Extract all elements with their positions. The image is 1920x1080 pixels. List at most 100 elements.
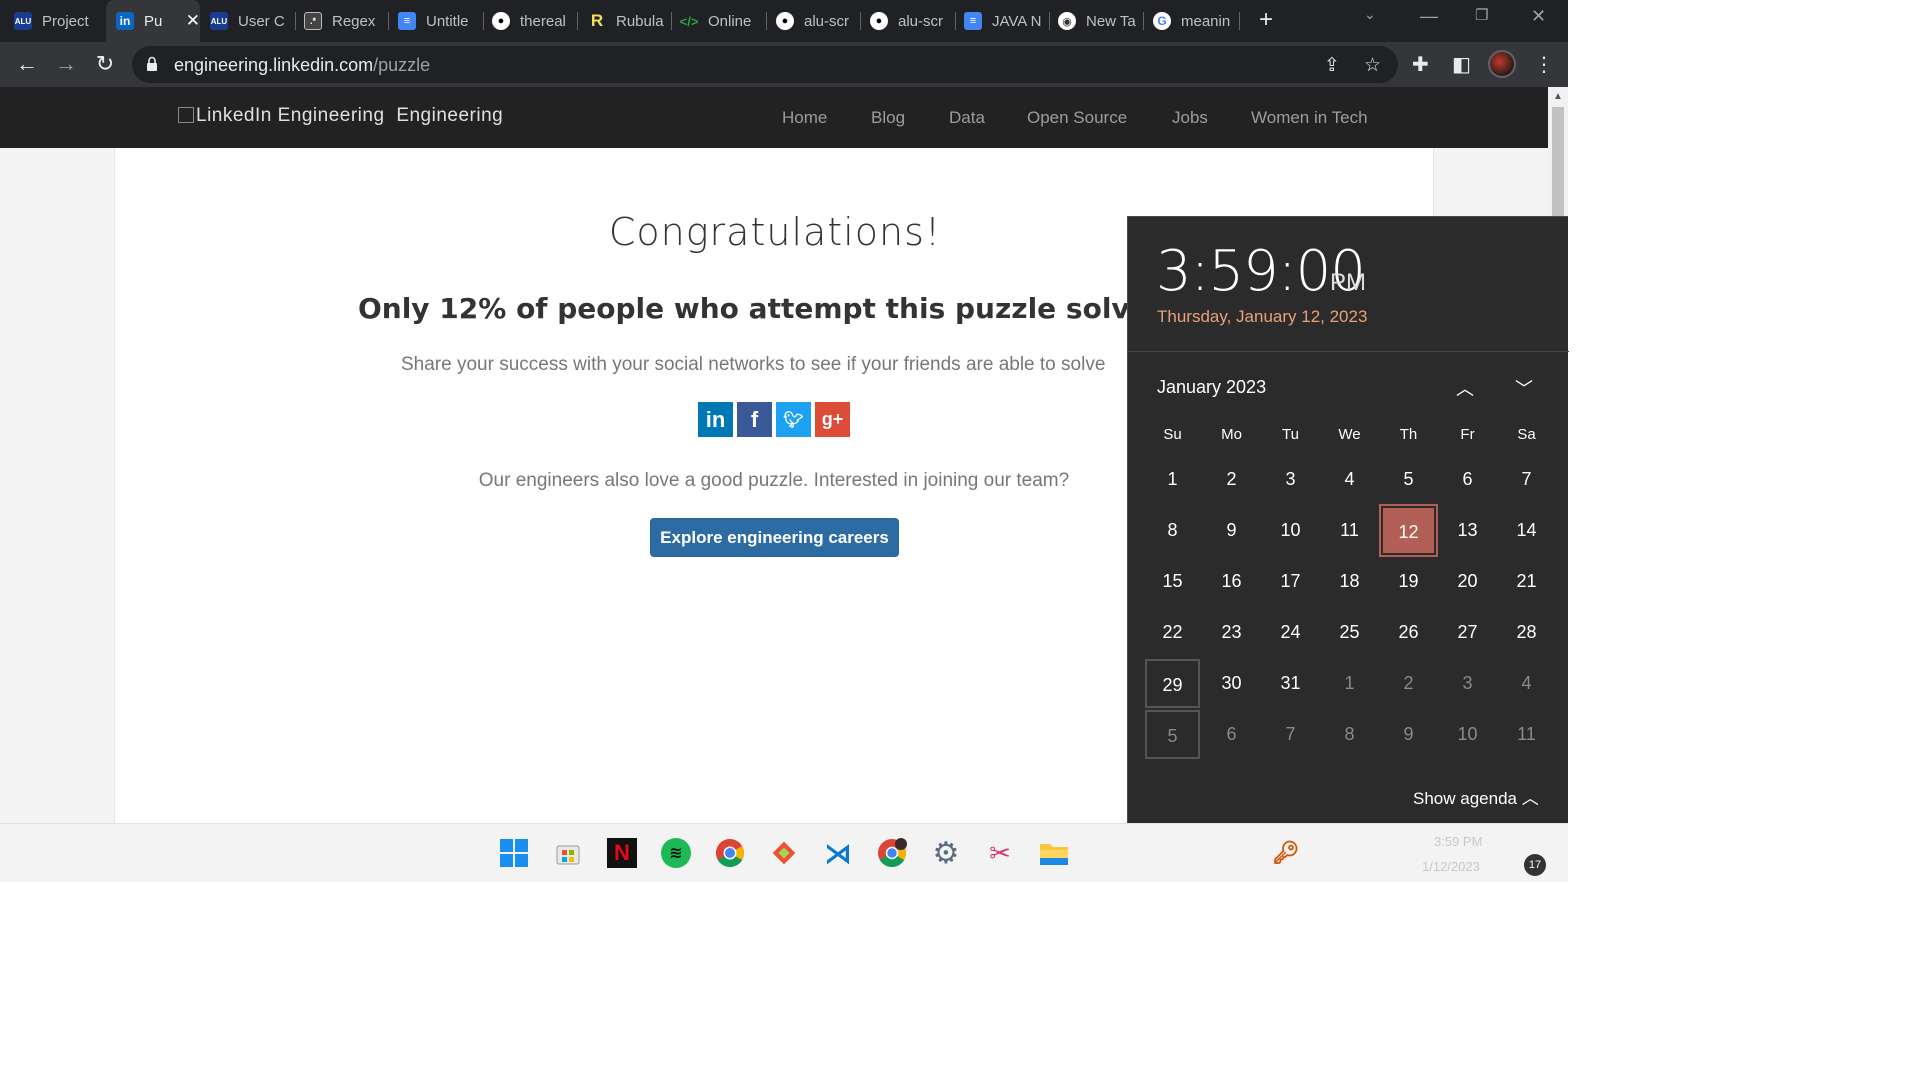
extensions-icon[interactable]: ✚	[1412, 52, 1429, 77]
nav-home[interactable]: Home	[782, 108, 827, 128]
month-label[interactable]: January 2023	[1157, 377, 1266, 398]
previous-month-icon[interactable]: ︿	[1456, 375, 1474, 401]
calendar-day[interactable]: 24	[1263, 608, 1318, 657]
calendar-day[interactable]: 5	[1145, 710, 1200, 759]
calendar-day[interactable]: 29	[1145, 659, 1200, 708]
netflix-icon[interactable]: N	[607, 838, 637, 868]
explore-careers-button[interactable]: Explore engineering careers	[650, 518, 899, 557]
calendar-day[interactable]: 9	[1204, 506, 1259, 555]
windows-start-icon[interactable]	[499, 838, 529, 868]
calendar-day[interactable]: 22	[1145, 608, 1200, 657]
menu-icon[interactable]: ⋮	[1534, 52, 1554, 77]
calendar-day[interactable]: 4	[1499, 659, 1554, 708]
calendar-day[interactable]: 15	[1145, 557, 1200, 606]
close-tab-icon[interactable]: ✕	[186, 11, 200, 31]
tab-meaning[interactable]: G meanin	[1153, 0, 1233, 42]
vscode-icon[interactable]: ⋊	[823, 838, 853, 869]
calendar-day[interactable]: 23	[1204, 608, 1259, 657]
nav-women-in-tech[interactable]: Women in Tech	[1251, 108, 1368, 128]
calendar-day[interactable]: 11	[1322, 506, 1377, 555]
calendar-day[interactable]: 4	[1322, 455, 1377, 504]
nav-blog[interactable]: Blog	[871, 108, 905, 128]
calendar-day[interactable]: 18	[1322, 557, 1377, 606]
calendar-day[interactable]: 10	[1440, 710, 1495, 759]
facebook-icon[interactable]: f	[737, 402, 772, 437]
profile-avatar[interactable]	[1488, 50, 1516, 78]
calendar-day[interactable]: 14	[1499, 506, 1554, 555]
calendar-day[interactable]: 25	[1322, 608, 1377, 657]
next-month-icon[interactable]: ﹀	[1515, 375, 1533, 401]
bookmark-star-icon[interactable]: ☆	[1364, 54, 1381, 77]
tab-alu-scr-1[interactable]: ● alu-scr	[776, 0, 854, 42]
scroll-up-icon[interactable]: ▲	[1553, 91, 1563, 102]
calendar-day[interactable]: 11	[1499, 710, 1554, 759]
tab-user[interactable]: ALU User C	[210, 0, 290, 42]
calendar-day[interactable]: 30	[1204, 659, 1259, 708]
calendar-day[interactable]: 8	[1145, 506, 1200, 555]
calendar-day[interactable]: 9	[1381, 710, 1436, 759]
chrome-profile-icon[interactable]	[877, 838, 907, 868]
tab-untitled[interactable]: ≡ Untitle	[398, 0, 476, 42]
site-logo[interactable]: LinkedIn Engineering Engineering	[178, 105, 503, 127]
spotify-icon[interactable]: ≋	[661, 838, 691, 868]
address-bar[interactable]: engineering.linkedin.com/puzzle ⇪ ☆	[132, 46, 1398, 83]
long-date-link[interactable]: Thursday, January 12, 2023	[1157, 307, 1367, 327]
calendar-day[interactable]: 19	[1381, 557, 1436, 606]
calendar-day[interactable]: 3	[1263, 455, 1318, 504]
tab-search-icon[interactable]: ⌄	[1364, 6, 1376, 23]
nav-data[interactable]: Data	[949, 108, 985, 128]
calendar-day[interactable]: 27	[1440, 608, 1495, 657]
calendar-day[interactable]: 8	[1322, 710, 1377, 759]
calendar-day[interactable]: 1	[1322, 659, 1377, 708]
settings-icon[interactable]: ⚙	[931, 837, 961, 870]
nav-jobs[interactable]: Jobs	[1172, 108, 1208, 128]
nav-open-source[interactable]: Open Source	[1027, 108, 1127, 128]
lock-icon[interactable]	[146, 56, 158, 72]
file-explorer-icon[interactable]	[1039, 838, 1069, 868]
store-icon[interactable]	[553, 838, 583, 868]
tab-project[interactable]: ALU Project	[14, 0, 102, 42]
tab-new-tab[interactable]: ◉ New Ta	[1058, 0, 1136, 42]
tray-time[interactable]: 3:59 PM	[1434, 834, 1482, 849]
minimize-icon[interactable]: —	[1420, 6, 1438, 27]
linkedin-icon[interactable]: in	[698, 402, 733, 437]
calendar-day-today[interactable]: 12	[1379, 504, 1438, 557]
calendar-day[interactable]: 28	[1499, 608, 1554, 657]
chrome-icon[interactable]	[715, 838, 745, 868]
calendar-day[interactable]: 16	[1204, 557, 1259, 606]
calendar-day[interactable]: 13	[1440, 506, 1495, 555]
calendar-day[interactable]: 6	[1204, 710, 1259, 759]
key-icon[interactable]: 🔑︎	[1271, 838, 1301, 868]
calendar-day[interactable]: 3	[1440, 659, 1495, 708]
calendar-day[interactable]: 1	[1145, 455, 1200, 504]
tab-regex[interactable]: .* Regex	[304, 0, 380, 42]
calendar-day[interactable]: 2	[1204, 455, 1259, 504]
calendar-day[interactable]: 21	[1499, 557, 1554, 606]
url-text[interactable]: engineering.linkedin.com/puzzle	[174, 55, 430, 76]
notification-badge[interactable]: 17	[1524, 854, 1546, 876]
tab-puzzle[interactable]: in Puz ✕	[106, 0, 200, 42]
calendar-day[interactable]: 17	[1263, 557, 1318, 606]
tab-alu-scr-2[interactable]: ● alu-scr	[870, 0, 948, 42]
close-window-icon[interactable]: ✕	[1531, 6, 1546, 27]
calendar-day[interactable]: 6	[1440, 455, 1495, 504]
calendar-day[interactable]: 10	[1263, 506, 1318, 555]
calendar-day[interactable]: 5	[1381, 455, 1436, 504]
tab-online[interactable]: </> Online	[680, 0, 760, 42]
reload-button[interactable]: ↻	[92, 52, 118, 78]
show-agenda-button[interactable]: Show agenda ︿	[1413, 784, 1539, 809]
google-plus-icon[interactable]: g+	[815, 402, 850, 437]
git-icon[interactable]	[769, 838, 799, 868]
side-panel-icon[interactable]: ◧	[1452, 52, 1471, 77]
back-button[interactable]: ←	[14, 52, 40, 78]
tray-date[interactable]: 1/12/2023	[1422, 859, 1480, 874]
calendar-day[interactable]: 7	[1499, 455, 1554, 504]
calendar-day[interactable]: 31	[1263, 659, 1318, 708]
calendar-day[interactable]: 2	[1381, 659, 1436, 708]
calendar-day[interactable]: 20	[1440, 557, 1495, 606]
share-icon[interactable]: ⇪	[1324, 54, 1340, 77]
tab-rubular[interactable]: R Rubula	[588, 0, 664, 42]
calendar-day[interactable]: 7	[1263, 710, 1318, 759]
calendar-day[interactable]: 26	[1381, 608, 1436, 657]
twitter-icon[interactable]: 🐦︎	[776, 402, 811, 437]
